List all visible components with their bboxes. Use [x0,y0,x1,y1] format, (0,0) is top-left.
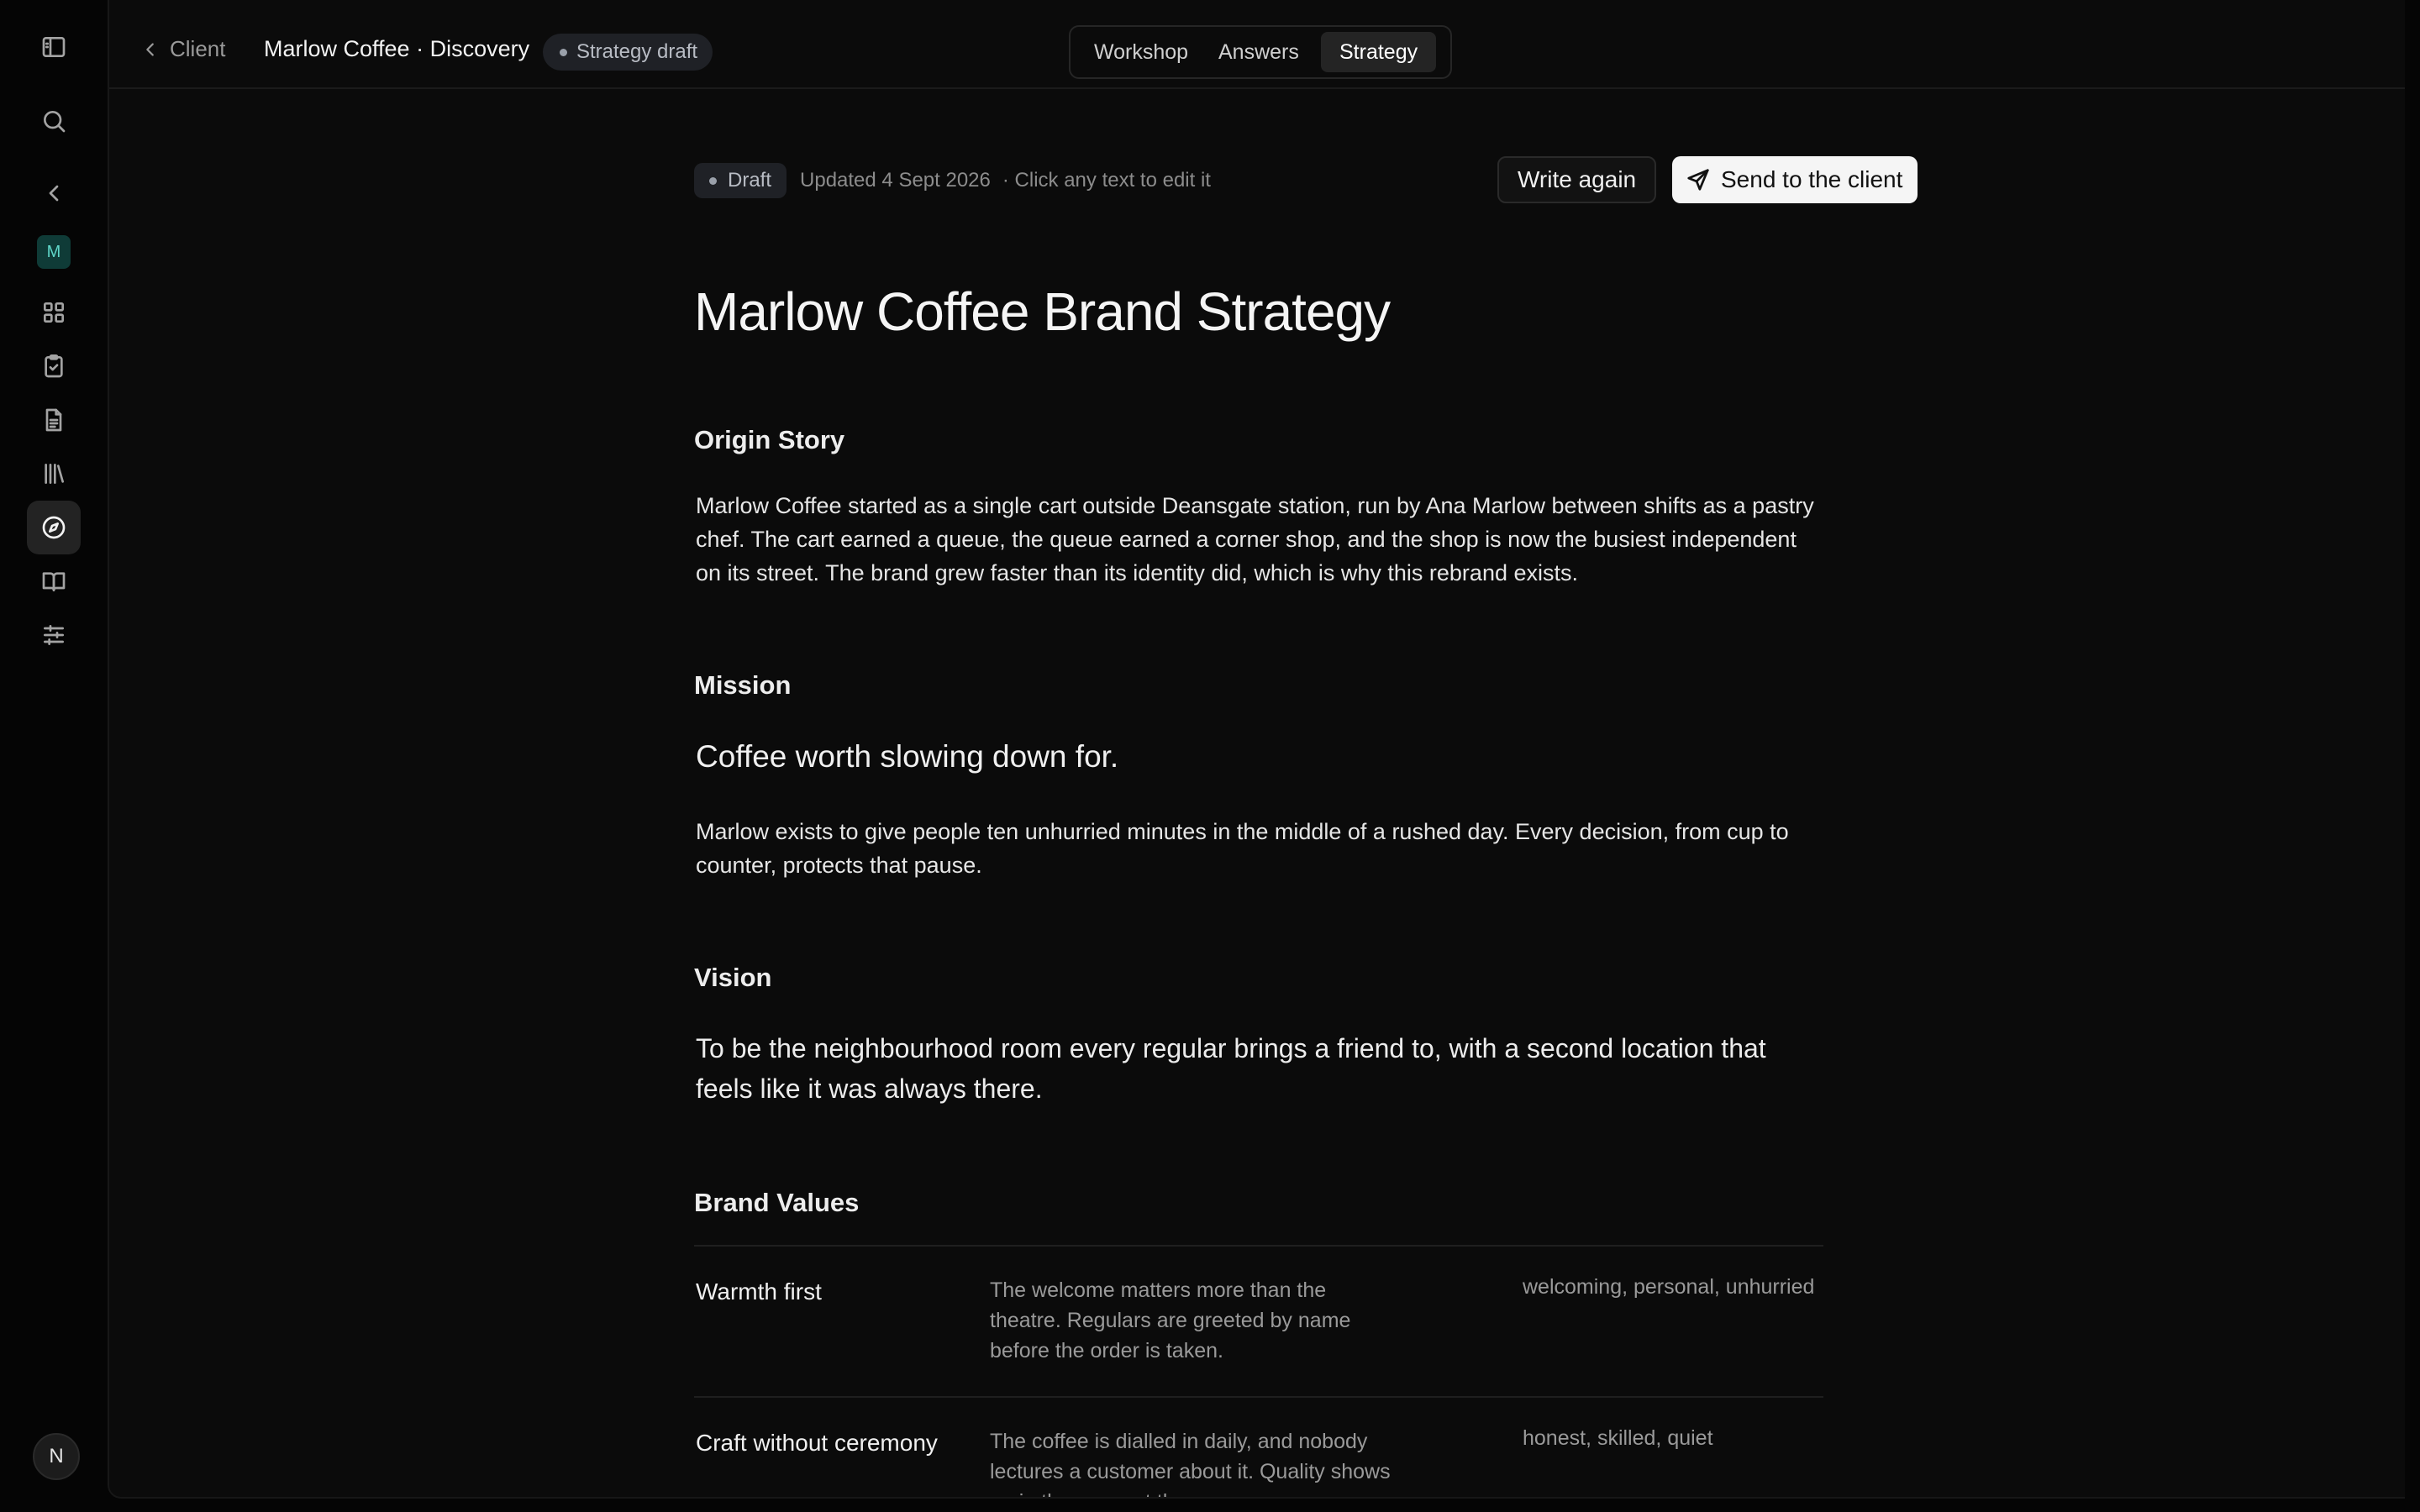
mission-heading[interactable]: Mission [694,670,791,701]
rail-item-guides[interactable] [27,554,81,608]
collapse-button[interactable] [27,166,81,220]
view-tabs: Workshop Answers Strategy [1069,25,1452,79]
user-avatar[interactable]: N [33,1433,80,1480]
status-badge: Strategy draft [543,34,713,71]
mission-text[interactable]: Marlow exists to give people ten unhurri… [696,815,1823,882]
grid-icon [43,302,64,323]
book-icon [42,572,66,591]
send-icon [1687,169,1709,191]
brand-values-heading[interactable]: Brand Values [694,1188,859,1218]
back-to-client-link[interactable]: Client [141,36,225,62]
rail-item-tasks[interactable] [27,339,81,393]
document-title[interactable]: Marlow Coffee Brand Strategy [694,281,1391,343]
vision-statement[interactable]: To be the neighbourhood room every regul… [696,1028,1822,1109]
search-button[interactable] [27,94,81,148]
value-description[interactable]: The welcome matters more than the theatr… [990,1275,1393,1366]
rail-item-library[interactable] [27,447,81,501]
chevron-left-icon [146,42,154,56]
table-row: Craft without ceremony The coffee is dia… [694,1396,1823,1497]
tab-strategy[interactable]: Strategy [1321,32,1437,72]
sidebar-toggle-button[interactable] [27,20,81,74]
search-icon [44,111,66,133]
value-description[interactable]: The coffee is dialled in daily, and nobo… [990,1426,1393,1497]
brand-values-table: Warmth first The welcome matters more th… [694,1245,1823,1497]
rail-item-dashboard[interactable] [27,286,81,339]
document-meta: Draft Updated 4 Sept 2026 · Click any te… [694,163,1211,198]
table-row: Warmth first The welcome matters more th… [694,1245,1823,1396]
sliders-icon [44,625,64,645]
origin-story-text[interactable]: Marlow Coffee started as a single cart o… [696,489,1823,590]
origin-story-heading[interactable]: Origin Story [694,425,844,455]
value-name[interactable]: Warmth first [696,1278,822,1305]
top-bar: Client Marlow Coffee · Discovery Strateg… [109,0,2405,89]
sidebar-toggle-icon [42,37,66,57]
rail-item-strategy[interactable] [27,501,81,554]
tab-workshop[interactable]: Workshop [1076,32,1207,72]
project-title: Marlow Coffee · Discovery [264,36,530,61]
value-name[interactable]: Craft without ceremony [696,1430,938,1457]
value-keywords[interactable]: welcoming, personal, unhurried [1523,1275,1814,1299]
rail-item-documents[interactable] [27,393,81,447]
back-label: Client [170,36,226,61]
mission-statement[interactable]: Coffee worth slowing down for. [696,739,1118,774]
rail-item-settings[interactable] [27,608,81,662]
edit-hint: · Click any text to edit it [1002,169,1211,192]
draft-badge: Draft [694,163,787,198]
vision-heading[interactable]: Vision [694,963,771,993]
write-again-button[interactable]: Write again [1497,156,1657,203]
send-to-client-button[interactable]: Send to the client [1672,156,1918,203]
value-keywords[interactable]: honest, skilled, quiet [1523,1426,1713,1451]
document-icon [45,408,62,432]
compass-icon [42,516,66,539]
updated-timestamp: Updated 4 Sept 2026 [800,169,991,192]
chevron-left-icon [49,185,59,202]
left-rail: M N [0,0,108,1512]
send-label: Send to the client [1721,166,1903,192]
main-panel: Client Marlow Coffee · Discovery Strateg… [108,0,2405,1499]
library-icon [45,464,64,484]
workspace-badge[interactable]: M [37,235,71,269]
tab-answers[interactable]: Answers [1200,32,1318,72]
clipboard-check-icon [45,354,63,378]
